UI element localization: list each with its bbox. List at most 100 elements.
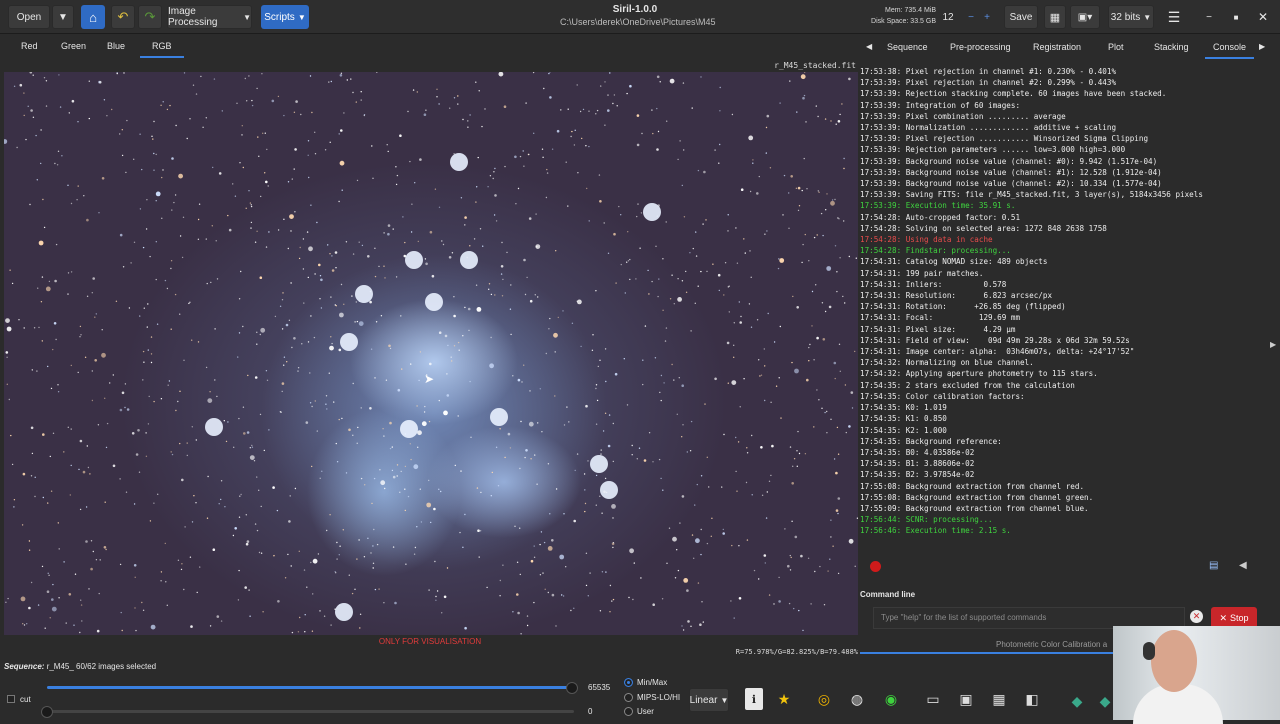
star <box>18 319 20 321</box>
tool-icon-4[interactable]: ◧ <box>1023 690 1041 708</box>
save-button[interactable]: Save <box>1004 5 1038 29</box>
low-slider-knob[interactable] <box>41 706 53 718</box>
clear-log-icon[interactable]: ◀ <box>1239 560 1247 571</box>
star <box>825 209 827 211</box>
star <box>479 530 482 532</box>
star <box>689 450 692 452</box>
tab-scroll-right-icon[interactable]: ▶ <box>1259 42 1265 51</box>
console-line: 17:54:35: 2 stars excluded from the calc… <box>860 380 1075 390</box>
low-slider[interactable] <box>47 710 574 713</box>
star <box>276 509 279 512</box>
tab-scroll-left-icon[interactable]: ◀ <box>866 42 872 51</box>
tool-icon-1[interactable]: ▭ <box>924 690 942 708</box>
star <box>67 426 69 428</box>
tab-rgb[interactable]: RGB <box>140 41 183 58</box>
stretch-mode-menu[interactable]: Linear ▼ <box>689 688 729 712</box>
target-icon[interactable]: ◉ <box>880 688 902 710</box>
open-dropdown-button[interactable]: ▼ <box>52 5 74 29</box>
star <box>287 553 289 556</box>
close-button[interactable]: ✕ <box>1254 5 1272 29</box>
tab-plot[interactable]: Plot <box>1108 42 1124 52</box>
high-slider-knob[interactable] <box>566 682 578 694</box>
minimize-button[interactable]: − <box>1200 5 1218 29</box>
mips-radio[interactable]: MIPS-LO/HI <box>624 693 680 702</box>
tool-icon-3[interactable]: ▦ <box>990 690 1008 708</box>
tab-sequence[interactable]: Sequence <box>887 42 928 52</box>
tab-pre-processing[interactable]: Pre-processing <box>950 42 1011 52</box>
undo-button[interactable]: ↶ <box>111 5 135 29</box>
tab-registration[interactable]: Registration <box>1033 42 1081 52</box>
star <box>316 221 318 224</box>
star <box>457 415 459 417</box>
maximize-icon: ■ <box>1233 12 1239 22</box>
star <box>612 546 614 549</box>
tab-blue[interactable]: Blue <box>107 41 125 51</box>
star <box>167 384 169 386</box>
console-line: 17:55:08: Background extraction from cha… <box>860 481 1085 491</box>
tool-icon-5[interactable]: ◆ <box>1066 690 1088 712</box>
record-icon[interactable] <box>870 561 881 572</box>
star <box>488 288 490 290</box>
star <box>679 140 681 142</box>
bit-depth-menu[interactable]: 32 bits ▼ <box>1108 5 1154 29</box>
save-as-button[interactable]: ▦ <box>1044 5 1066 29</box>
minmax-radio[interactable]: Min/Max <box>624 678 667 687</box>
low-value[interactable]: 0 <box>588 707 592 716</box>
star <box>288 520 291 523</box>
globe-icon[interactable]: ◍ <box>846 688 868 710</box>
star <box>215 240 217 242</box>
high-slider[interactable] <box>47 686 574 689</box>
star <box>392 546 395 548</box>
tool-icon-6[interactable]: ◆ <box>1098 690 1112 712</box>
tab-red[interactable]: Red <box>21 41 38 51</box>
high-value[interactable]: 65535 <box>588 683 610 692</box>
home-button[interactable]: ⌂ <box>81 5 105 29</box>
star <box>534 294 536 296</box>
tab-green[interactable]: Green <box>61 41 86 51</box>
tool-icon-2[interactable]: ▣ <box>957 690 975 708</box>
tab-stacking[interactable]: Stacking <box>1154 42 1189 52</box>
star <box>607 109 610 112</box>
star <box>424 258 427 260</box>
star <box>369 300 372 304</box>
clear-command-icon[interactable]: ✕ <box>1190 610 1203 623</box>
star <box>637 203 639 205</box>
star <box>360 99 362 101</box>
maximize-button[interactable]: ■ <box>1227 5 1245 29</box>
star <box>489 175 492 177</box>
star <box>647 269 649 272</box>
photometry-icon[interactable]: ◎ <box>813 688 835 710</box>
main-menu-button[interactable]: ☰ <box>1162 5 1186 29</box>
snapshot-menu[interactable]: ▣▾ <box>1070 5 1100 29</box>
redo-button[interactable]: ↷ <box>138 5 162 29</box>
threads-increase-button[interactable]: + <box>980 5 994 29</box>
star <box>736 262 739 264</box>
star <box>490 336 492 339</box>
image-viewer[interactable]: ➤ <box>4 72 858 635</box>
star <box>652 603 655 606</box>
scripts-menu[interactable]: Scripts ▼ <box>261 5 309 29</box>
star <box>220 620 223 622</box>
threads-decrease-button[interactable]: − <box>964 5 978 29</box>
star <box>267 185 269 187</box>
console-line: 17:54:35: Background reference: <box>860 436 1002 446</box>
star <box>150 361 153 364</box>
image-processing-menu[interactable]: Image Processing ▼ <box>167 5 252 29</box>
open-button[interactable]: Open <box>8 5 50 29</box>
cut-checkbox[interactable] <box>7 695 15 703</box>
user-radio[interactable]: User <box>624 707 654 716</box>
star <box>826 266 832 271</box>
histogram-icon[interactable]: ℹ <box>745 688 763 710</box>
threads-value[interactable]: 12 <box>940 5 956 29</box>
star <box>723 433 725 436</box>
star <box>731 113 734 116</box>
star <box>803 94 806 97</box>
star <box>683 149 685 151</box>
star <box>41 340 43 342</box>
panel-collapse-icon[interactable]: ▶ <box>1270 340 1276 349</box>
tab-console[interactable]: Console <box>1204 42 1255 59</box>
star <box>121 629 123 632</box>
star <box>475 284 478 286</box>
star-icon[interactable]: ★ <box>774 688 794 710</box>
save-log-icon[interactable]: ▤ <box>1209 560 1218 571</box>
